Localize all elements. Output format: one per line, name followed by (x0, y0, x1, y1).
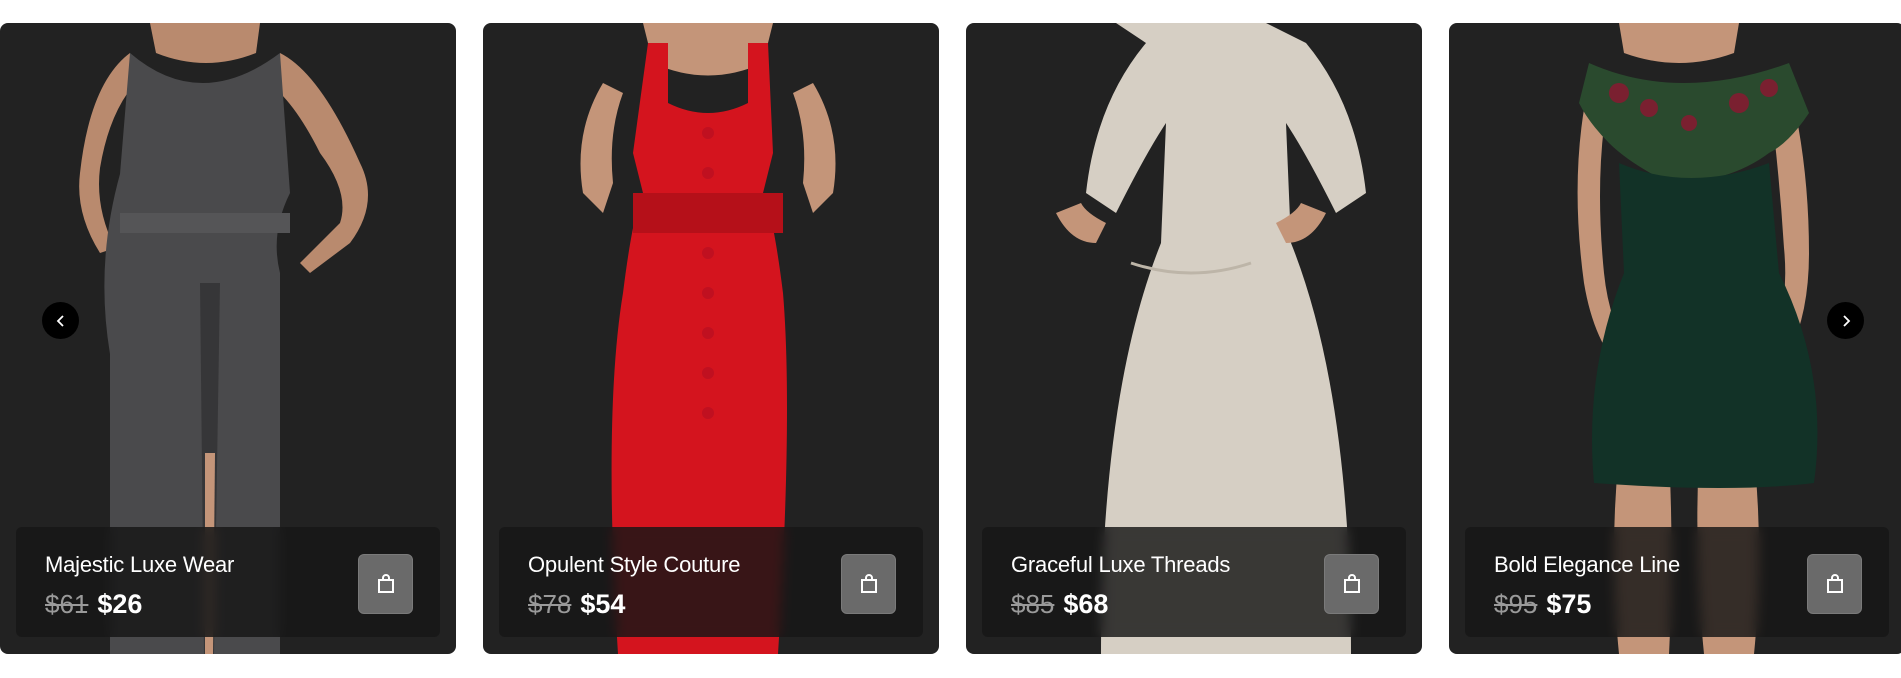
sale-price: $75 (1546, 589, 1592, 619)
add-to-cart-button[interactable] (358, 554, 413, 614)
product-info: Bold Elegance Line $95 $75 (1465, 527, 1889, 637)
chevron-right-icon (1842, 314, 1850, 327)
original-price: $61 (45, 589, 89, 619)
carousel-prev-button[interactable] (42, 302, 79, 339)
add-to-cart-button[interactable] (1807, 554, 1862, 614)
product-carousel: Majestic Luxe Wear $61 $26 Opulent Style… (0, 23, 1901, 654)
chevron-left-icon (56, 314, 64, 327)
product-name[interactable]: Bold Elegance Line (1494, 552, 1680, 578)
product-card[interactable]: Majestic Luxe Wear $61 $26 (0, 23, 456, 654)
product-card[interactable]: Graceful Luxe Threads $85 $68 (966, 23, 1422, 654)
product-name[interactable]: Graceful Luxe Threads (1011, 552, 1230, 578)
shopping-bag-icon (377, 574, 394, 593)
original-price: $78 (528, 589, 572, 619)
price-group: $95 $75 (1494, 589, 1591, 620)
price-group: $78 $54 (528, 589, 625, 620)
sale-price: $68 (1063, 589, 1109, 619)
sale-price: $26 (97, 589, 143, 619)
product-card[interactable]: Opulent Style Couture $78 $54 (483, 23, 939, 654)
shopping-bag-icon (1826, 574, 1843, 593)
original-price: $85 (1011, 589, 1055, 619)
product-info: Graceful Luxe Threads $85 $68 (982, 527, 1406, 637)
shopping-bag-icon (1343, 574, 1360, 593)
shopping-bag-icon (860, 574, 877, 593)
product-card[interactable]: Bold Elegance Line $95 $75 (1449, 23, 1901, 654)
add-to-cart-button[interactable] (841, 554, 896, 614)
carousel-next-button[interactable] (1827, 302, 1864, 339)
sale-price: $54 (580, 589, 626, 619)
price-group: $85 $68 (1011, 589, 1108, 620)
product-info: Opulent Style Couture $78 $54 (499, 527, 923, 637)
product-name[interactable]: Majestic Luxe Wear (45, 552, 234, 578)
price-group: $61 $26 (45, 589, 142, 620)
product-info: Majestic Luxe Wear $61 $26 (16, 527, 440, 637)
original-price: $95 (1494, 589, 1538, 619)
product-name[interactable]: Opulent Style Couture (528, 552, 740, 578)
add-to-cart-button[interactable] (1324, 554, 1379, 614)
